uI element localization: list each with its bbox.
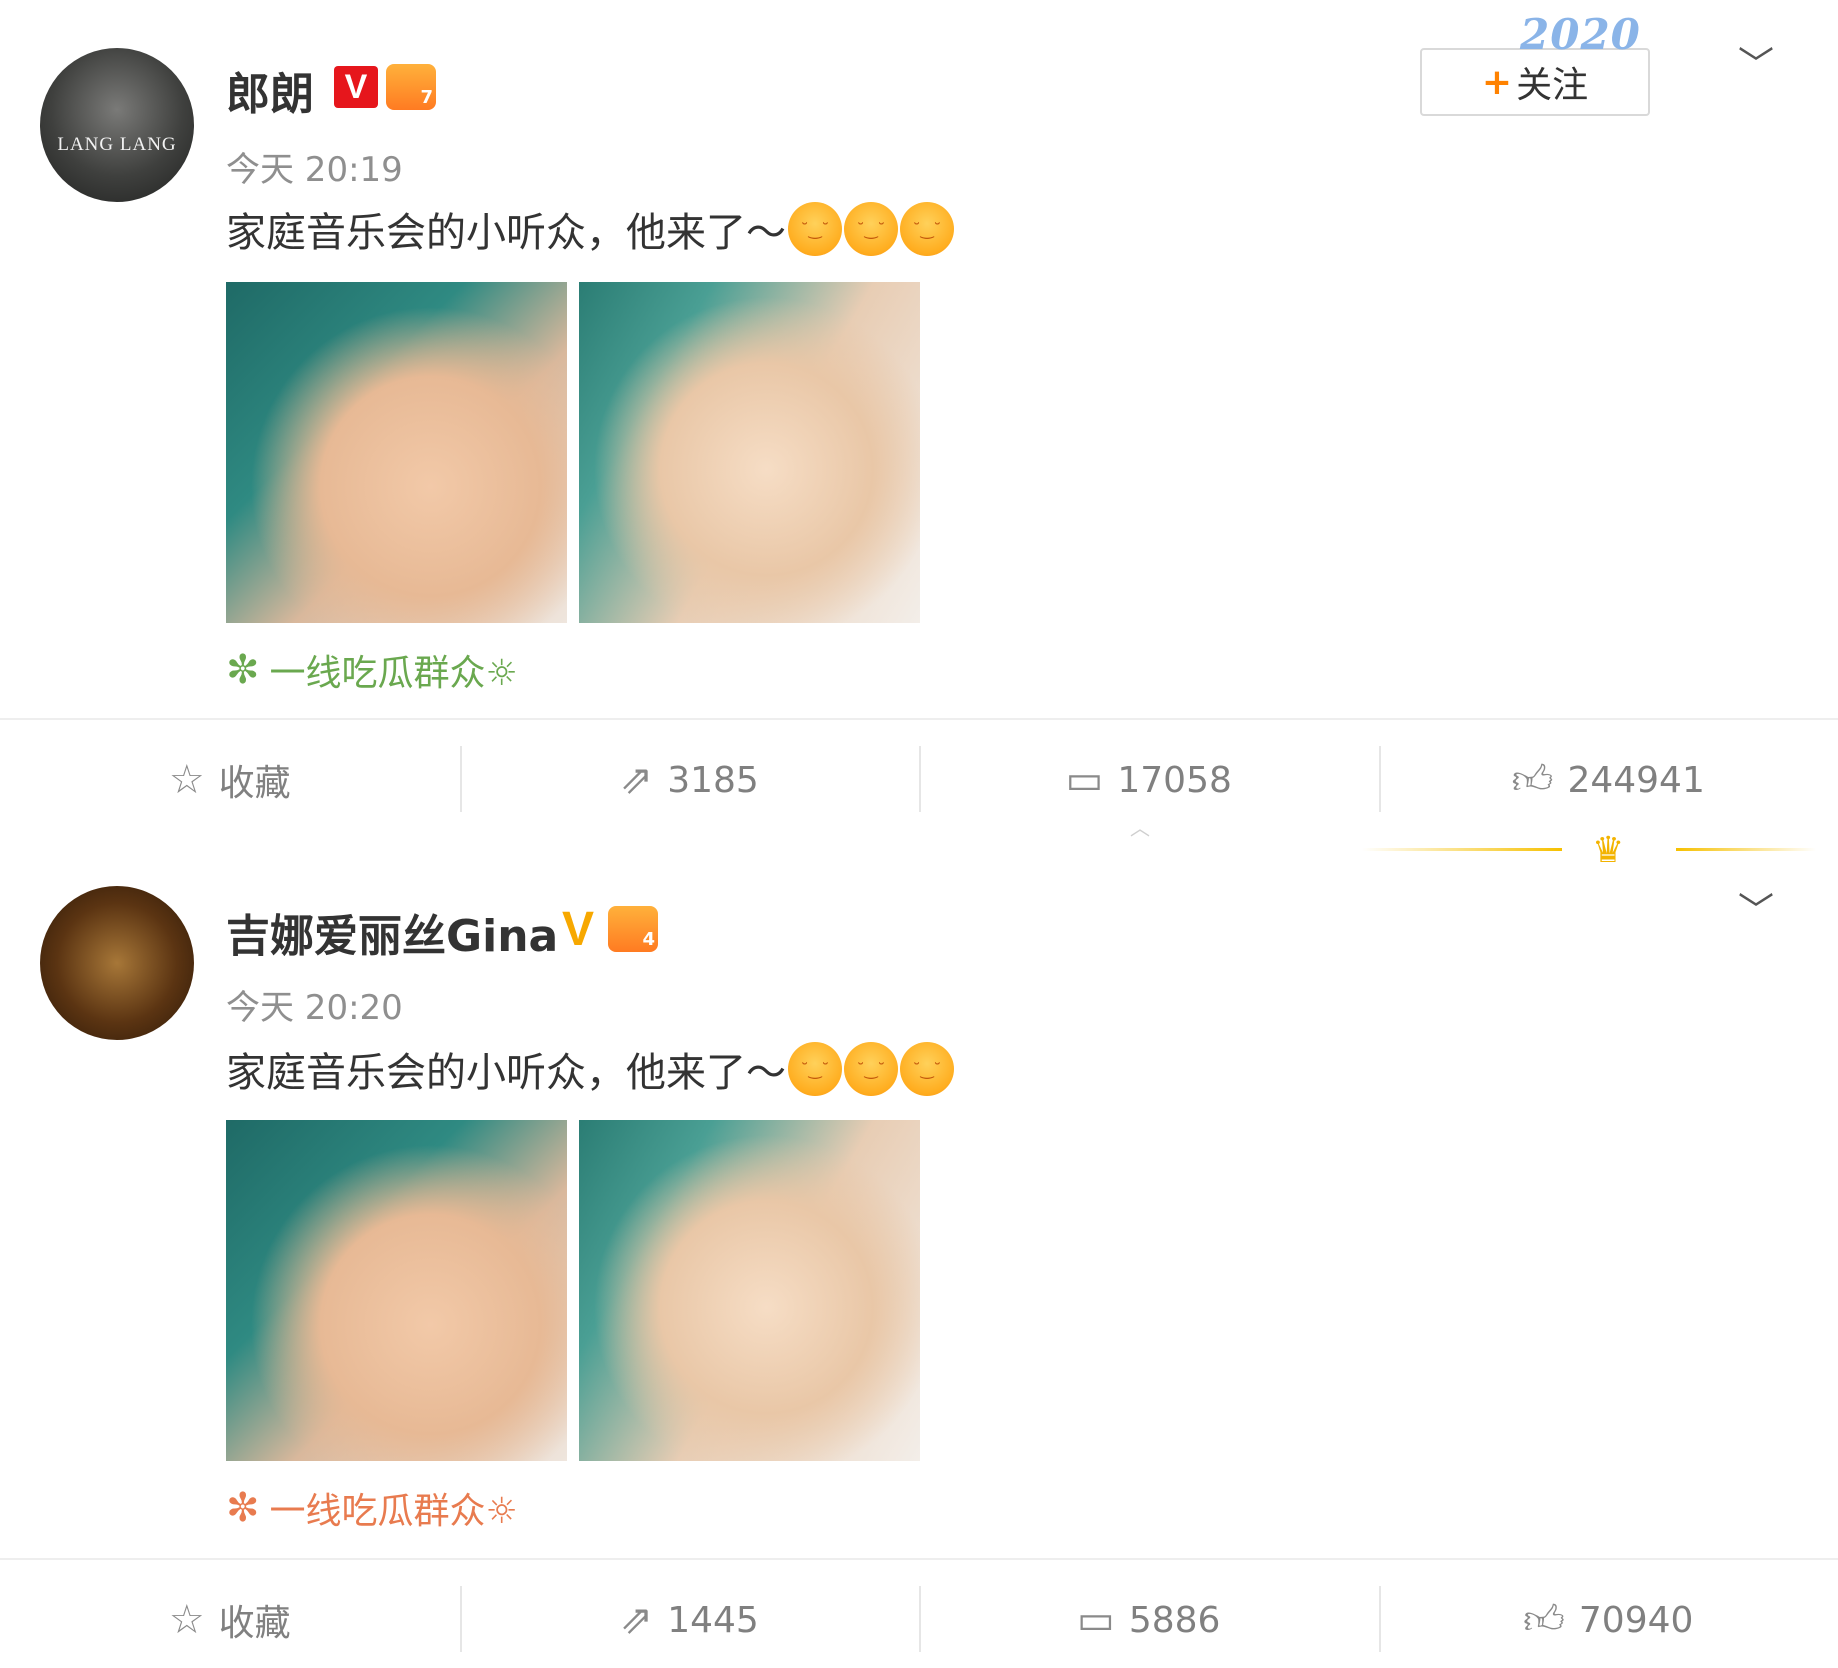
smile-emoji-icon: ˘‿˘ — [788, 1042, 842, 1096]
vip-level: 7 — [420, 87, 433, 108]
repost-button[interactable]: ⇗ 1445 — [460, 1572, 920, 1668]
star-outline-icon: ☆ — [169, 1597, 205, 1643]
smile-emoji-icon: ˘‿˘ — [900, 1042, 954, 1096]
photo-thumbnail[interactable] — [226, 282, 567, 623]
chevron-down-icon[interactable]: ﹀ — [1738, 882, 1774, 934]
share-arrow-icon: ⇗ — [620, 1597, 654, 1643]
action-bar: ☆ 收藏 ⇗ 3185 ▭ 17058 👍︎ 244941 — [0, 732, 1838, 828]
repost-count: 3185 — [667, 760, 759, 801]
like-button[interactable]: 👍︎ 70940 — [1379, 1572, 1838, 1668]
like-button[interactable]: 👍︎ 244941 — [1379, 732, 1838, 828]
avatar[interactable] — [40, 886, 194, 1040]
action-bar: ☆ 收藏 ⇗ 1445 ▭ 5886 👍︎ 70940 — [0, 1572, 1838, 1668]
comment-count: 5886 — [1129, 1600, 1221, 1641]
post-time[interactable]: 今天 20:19 — [226, 142, 403, 191]
vip-crown-badge-icon: 7 — [386, 64, 436, 110]
photo-thumbnail[interactable] — [226, 1120, 567, 1461]
post-text: 家庭音乐会的小听众，他来了～ ˘‿˘ ˘‿˘ ˘‿˘ — [226, 200, 954, 258]
flower-icon: ✼ — [226, 647, 260, 693]
post-photos — [226, 1120, 920, 1461]
author-name[interactable]: 郎朗 — [226, 58, 314, 122]
weibo-post: 吉娜爱丽丝Gina V 4 今天 20:20 家庭音乐会的小听众，他来了～ ˘‿… — [0, 848, 1838, 1644]
favorite-button[interactable]: ☆ 收藏 — [0, 1572, 460, 1668]
post-source[interactable]: ✼ 一线吃瓜群众☼ — [226, 1482, 518, 1534]
decorative-sticker: 2020 — [1520, 10, 1641, 59]
divider — [0, 1558, 1838, 1560]
post-photos — [226, 282, 920, 623]
vip-crown-badge-icon: 4 — [608, 906, 658, 952]
plus-icon: + — [1482, 62, 1512, 103]
smile-emoji-icon: ˘‿˘ — [844, 1042, 898, 1096]
photo-thumbnail[interactable] — [579, 1120, 920, 1461]
share-arrow-icon: ⇗ — [620, 757, 654, 803]
post-text-body: 家庭音乐会的小听众，他来了～ — [226, 200, 786, 258]
like-count: 244941 — [1567, 760, 1704, 801]
post-source[interactable]: ✼ 一线吃瓜群众☼ — [226, 644, 518, 696]
favorite-button[interactable]: ☆ 收藏 — [0, 732, 460, 828]
smile-emoji-icon: ˘‿˘ — [900, 202, 954, 256]
thumbs-up-icon: 👍︎ — [1523, 1596, 1565, 1644]
verified-badge-icon: V — [556, 908, 600, 950]
photo-thumbnail[interactable] — [579, 282, 920, 623]
comment-count: 17058 — [1117, 760, 1232, 801]
source-label: 一线吃瓜群众☼ — [270, 644, 518, 696]
flower-icon: ✼ — [226, 1485, 260, 1531]
post-time[interactable]: 今天 20:20 — [226, 980, 403, 1029]
smile-emoji-icon: ˘‿˘ — [788, 202, 842, 256]
avatar-label: LANG LANG — [57, 134, 176, 156]
favorite-label: 收藏 — [219, 1594, 291, 1646]
smile-emoji-icon: ˘‿˘ — [844, 202, 898, 256]
follow-label: 关注 — [1516, 56, 1588, 108]
caret-up-icon: ︿ — [1130, 812, 1150, 841]
star-outline-icon: ☆ — [169, 757, 205, 803]
comment-button[interactable]: ▭ 5886 — [919, 1572, 1379, 1668]
divider — [0, 718, 1838, 720]
weibo-post: LANG LANG 郎朗 V 7 今天 20:19 家庭音乐会的小听众，他来了～… — [0, 0, 1838, 848]
favorite-label: 收藏 — [219, 754, 291, 806]
comment-bubble-icon: ▭ — [1066, 757, 1104, 803]
thumbs-up-icon: 👍︎ — [1512, 756, 1554, 804]
verified-badge-icon: V — [334, 66, 378, 108]
vip-level: 4 — [642, 929, 655, 950]
repost-count: 1445 — [667, 1600, 759, 1641]
chevron-down-icon[interactable]: ﹀ — [1738, 36, 1774, 88]
comment-bubble-icon: ▭ — [1077, 1597, 1115, 1643]
author-name[interactable]: 吉娜爱丽丝Gina — [226, 900, 558, 964]
repost-button[interactable]: ⇗ 3185 — [460, 732, 920, 828]
source-label: 一线吃瓜群众☼ — [270, 1482, 518, 1534]
like-count: 70940 — [1579, 1600, 1694, 1641]
post-text-body: 家庭音乐会的小听众，他来了～ — [226, 1040, 786, 1098]
avatar[interactable]: LANG LANG — [40, 48, 194, 202]
post-text: 家庭音乐会的小听众，他来了～ ˘‿˘ ˘‿˘ ˘‿˘ — [226, 1040, 954, 1098]
